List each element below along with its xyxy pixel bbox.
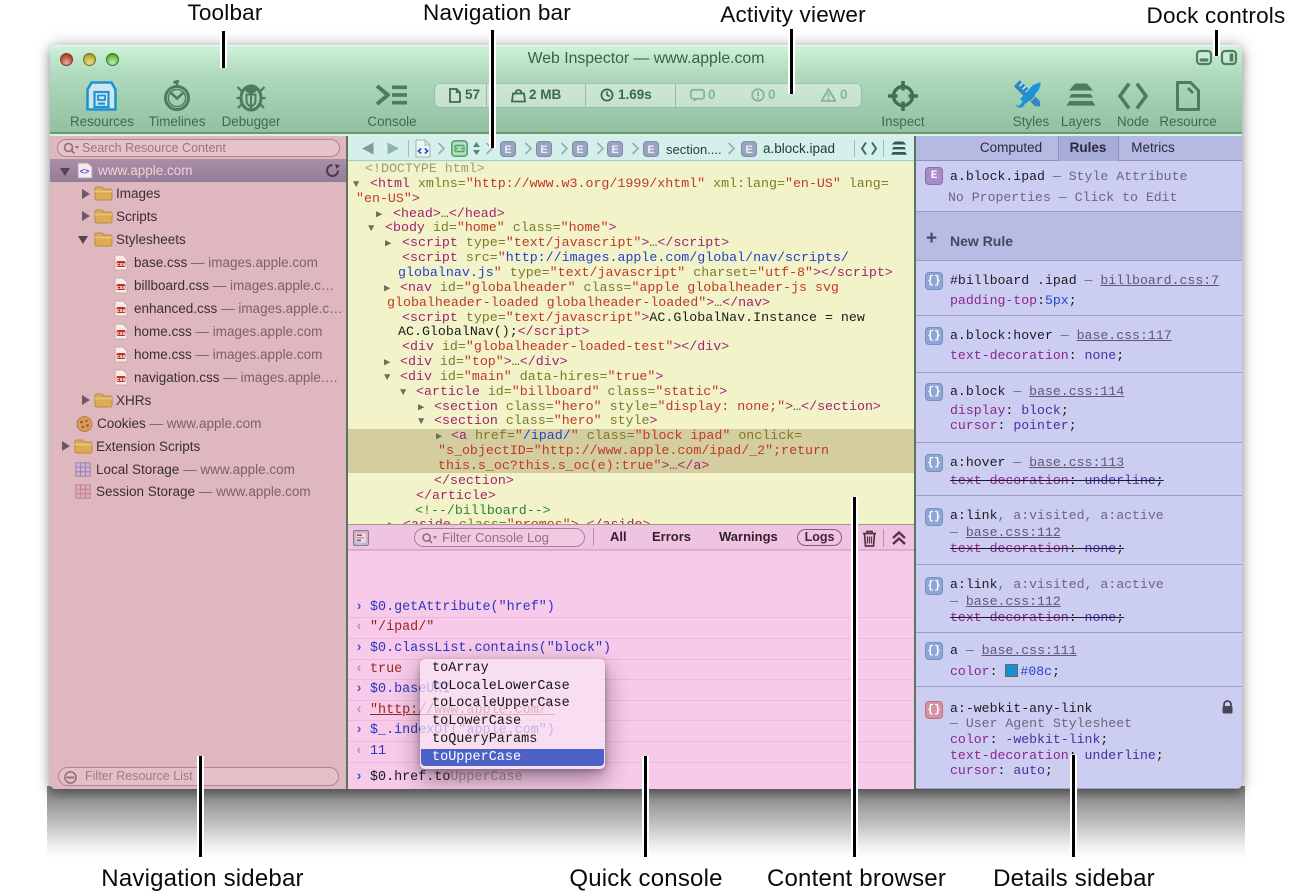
svg-text:E: E (540, 144, 547, 156)
svg-text:E: E (504, 144, 511, 156)
svg-text:E: E (576, 144, 583, 156)
svg-text:E: E (745, 144, 752, 156)
svg-text:css: css (116, 262, 125, 268)
svg-text:E: E (611, 144, 618, 156)
svg-text:css: css (116, 377, 125, 383)
svg-text:css: css (116, 354, 125, 360)
svg-text:css: css (116, 285, 125, 291)
svg-text:css: css (116, 331, 125, 337)
svg-text:css: css (116, 308, 125, 314)
svg-text:E: E (647, 144, 654, 156)
svg-text:<>: <> (80, 167, 90, 176)
